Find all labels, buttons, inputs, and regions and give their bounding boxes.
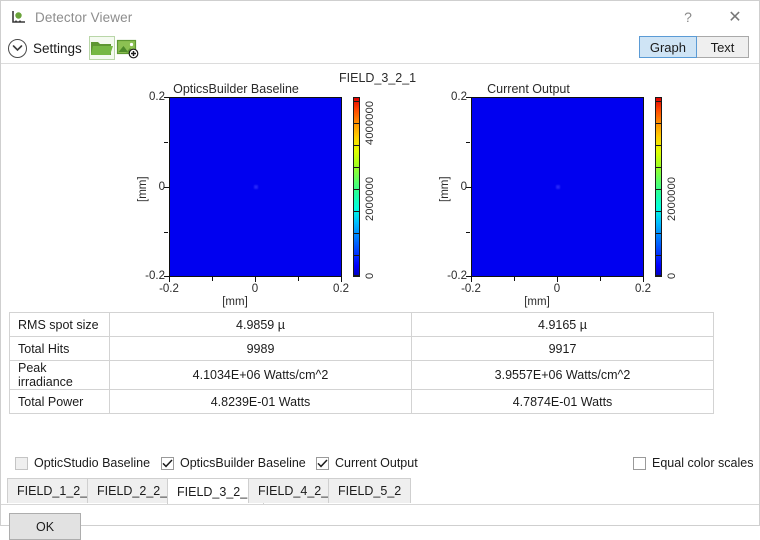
settings-label[interactable]: Settings [33,41,82,56]
ytick-right-0: 0.2 [433,91,467,103]
series-toggle-row: OpticStudio Baseline OpticsBuilder Basel… [1,452,759,478]
stats-table: RMS spot size 4.9859 µ 4.9165 µ Total Hi… [9,312,714,414]
row-value-current: 4.9165 µ [412,313,714,337]
row-value-baseline: 4.9859 µ [110,313,412,337]
plot-current-output: Current Output 0.2 0 -0.2 -0.2 0 [421,64,656,308]
footer: OK [1,505,759,525]
colorbar-ticks-right [655,97,662,277]
xtick-mark [557,277,558,282]
xtick-left-0: -0.2 [149,283,189,295]
help-button[interactable]: ? [665,1,711,33]
colorbar-tick-label-left-2: 0 [364,273,376,279]
ytick-mark [466,187,471,188]
checkbox-equal-color-scales[interactable]: Equal color scales [633,456,753,470]
colorbar-tick-label-left-0: 4000000 [364,101,376,145]
ytick-mark [164,187,169,188]
heatmap-canvas-right[interactable] [471,97,644,277]
checkbox-label: OpticStudio Baseline [34,456,150,470]
toolbar: Settings Graph Text [1,33,759,63]
xtick-mark [341,277,342,282]
checkbox-opticsbuilder-baseline[interactable]: OpticsBuilder Baseline [161,456,306,470]
ok-button[interactable]: OK [9,513,81,540]
y-axis-label-left: [mm] [137,176,149,202]
view-mode-toggle: Graph Text [639,36,749,58]
xtick-left-2: 0.2 [321,283,361,295]
open-folder-icon[interactable] [90,37,114,59]
xtick-mark [643,277,644,282]
checkbox-current-output[interactable]: Current Output [316,456,418,470]
xtick-mark [255,277,256,282]
peak-spot-right [555,185,560,190]
plots-region: OpticsBuilder Baseline 0.2 0 -0.2 [1,64,759,308]
window-controls: ? ✕ [665,1,759,33]
table-row[interactable]: Total Power 4.8239E-01 Watts 4.7874E-01 … [10,390,714,414]
xtick-right-1: 0 [537,283,577,295]
row-label: Total Hits [10,337,110,361]
checkbox-opticstudio-baseline[interactable]: OpticStudio Baseline [15,456,150,470]
window-title: Detector Viewer [35,10,132,25]
xtick-mark [600,277,601,281]
tab-field-5-2[interactable]: FIELD_5_2 [328,478,411,503]
view-mode-text-button[interactable]: Text [697,36,749,58]
checkbox-label: OpticsBuilder Baseline [180,456,306,470]
ytick-mark [164,142,168,143]
ytick-mark [164,97,169,98]
detector-chart-icon [10,8,28,26]
row-value-current: 4.7874E-01 Watts [412,390,714,414]
ytick-mark [466,97,471,98]
ytick-left-0: 0.2 [131,91,165,103]
y-axis-label-right: [mm] [439,176,451,202]
table-row[interactable]: Total Hits 9989 9917 [10,337,714,361]
x-axis-label-right: [mm] [517,296,557,308]
chevron-down-circle-icon[interactable] [8,39,27,58]
row-label: Peak irradiance [10,361,110,390]
xtick-mark [212,277,213,281]
row-value-baseline: 4.8239E-01 Watts [110,390,412,414]
colorbar-tick-label-left-1: 2000000 [364,177,376,221]
xtick-mark [169,277,170,282]
ytick-mark [466,142,470,143]
colorbar-title: FIELD_3_2_1 [339,71,416,85]
field-tab-bar: FIELD_1_2_1 FIELD_2_2_1 FIELD_3_2_1 FIEL… [1,478,759,505]
content-area: OpticsBuilder Baseline 0.2 0 -0.2 [1,63,759,525]
checkbox-box[interactable] [161,457,174,470]
row-value-baseline: 4.1034E+06 Watts/cm^2 [110,361,412,390]
plot-opticsbuilder-baseline: OpticsBuilder Baseline 0.2 0 -0.2 [121,64,351,308]
checkbox-box[interactable] [316,457,329,470]
xtick-mark [514,277,515,281]
row-value-current: 3.9557E+06 Watts/cm^2 [412,361,714,390]
peak-spot-left [253,185,258,190]
xtick-right-2: 0.2 [623,283,663,295]
ytick-mark [466,232,470,233]
checkbox-box[interactable] [15,457,28,470]
title-bar: Detector Viewer ? ✕ [1,1,759,33]
table-row[interactable]: RMS spot size 4.9859 µ 4.9165 µ [10,313,714,337]
xtick-mark [298,277,299,281]
checkbox-label: Equal color scales [652,456,753,470]
row-value-baseline: 9989 [110,337,412,361]
x-axis-label-left: [mm] [215,296,255,308]
checkbox-label: Current Output [335,456,418,470]
checkbox-box[interactable] [633,457,646,470]
table-row[interactable]: Peak irradiance 4.1034E+06 Watts/cm^2 3.… [10,361,714,390]
plot-title-right: Current Output [441,82,616,96]
close-button[interactable]: ✕ [711,1,759,33]
xtick-mark [471,277,472,282]
save-image-icon[interactable] [116,37,140,59]
row-label: RMS spot size [10,313,110,337]
ytick-mark [164,232,168,233]
colorbar-tick-label-right-0: 2000000 [666,177,678,221]
heatmap-canvas-left[interactable] [169,97,342,277]
ytick-right-2: -0.2 [433,270,467,282]
xtick-right-0: -0.2 [451,283,491,295]
colorbar-ticks-left [353,97,360,277]
row-label: Total Power [10,390,110,414]
view-mode-graph-button[interactable]: Graph [639,36,697,58]
row-value-current: 9917 [412,337,714,361]
ytick-left-2: -0.2 [131,270,165,282]
xtick-left-1: 0 [235,283,275,295]
colorbar-tick-label-right-1: 0 [666,273,678,279]
detector-viewer-window: Detector Viewer ? ✕ Settings [0,0,760,526]
